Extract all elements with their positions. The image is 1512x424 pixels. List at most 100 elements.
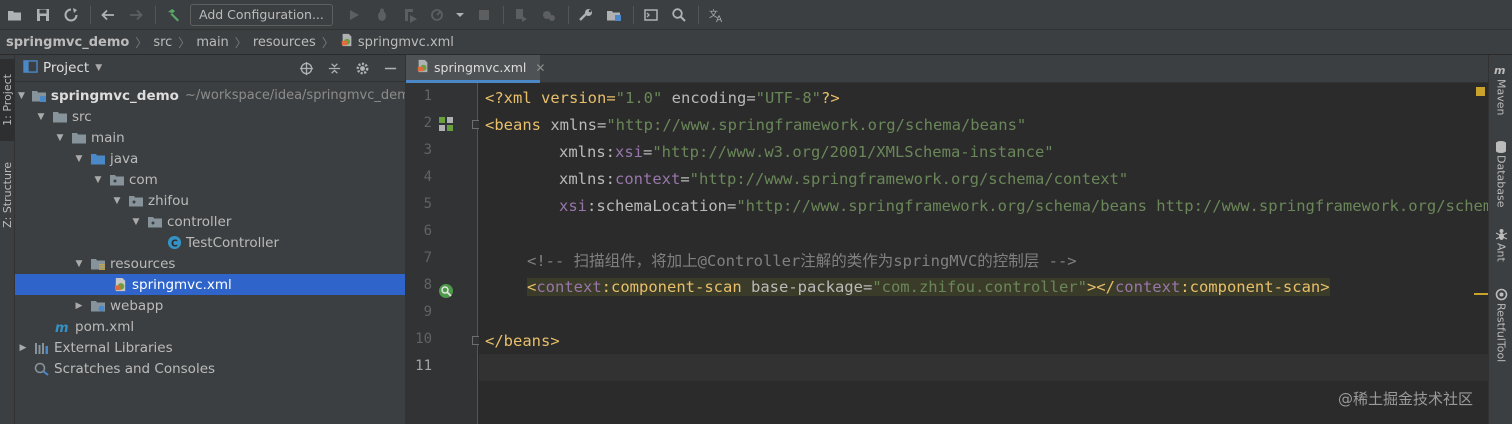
project-panel-tools	[287, 59, 399, 77]
line-number: 6	[423, 223, 432, 239]
tree-item-com[interactable]: ▼ com	[15, 169, 405, 190]
tree-item-zhifou[interactable]: ▼ zhifou	[15, 190, 405, 211]
minimize-icon[interactable]	[381, 59, 399, 77]
terminal-window-icon[interactable]	[640, 4, 662, 26]
translate-icon[interactable]: 文A	[705, 4, 727, 26]
warning-marker-icon[interactable]	[1476, 87, 1485, 96]
build-hammer-icon[interactable]	[162, 4, 184, 26]
database-icon	[1493, 139, 1509, 153]
profile-icon[interactable]	[427, 4, 449, 26]
xml-attr: base-package=	[741, 277, 873, 296]
breadcrumb-item-src[interactable]: src	[153, 35, 172, 50]
xml-attr: xmlns=	[541, 115, 607, 134]
line-number: 1	[423, 88, 432, 104]
tree-item-pom-xml[interactable]: m pom.xml	[15, 316, 405, 337]
run-dashboard-icon[interactable]	[538, 4, 560, 26]
chevron-down-icon[interactable]: ▼	[95, 63, 102, 73]
stop-icon[interactable]	[473, 4, 495, 26]
tab-ant[interactable]: Ant	[1489, 227, 1512, 262]
attach-debugger-icon[interactable]	[510, 4, 532, 26]
add-configuration-button[interactable]: Add Configuration...	[190, 3, 333, 26]
chevron-down-icon[interactable]	[455, 4, 465, 26]
gear-icon[interactable]	[353, 59, 371, 77]
project-structure-icon[interactable]	[603, 4, 625, 26]
breadcrumb-item-main[interactable]: main	[196, 35, 228, 50]
tab-maven[interactable]: m Maven	[1489, 63, 1512, 115]
project-view-icon	[23, 59, 38, 77]
chevron-down-icon[interactable]: ▼	[36, 112, 46, 122]
tree-item-java[interactable]: ▼ java	[15, 148, 405, 169]
tree-item-src[interactable]: ▼ src	[15, 106, 405, 127]
chevron-down-icon[interactable]: ▼	[74, 259, 84, 269]
close-icon[interactable]: ✕	[535, 61, 545, 75]
xml-comment: <!-- 扫描组件，将加上@Controller注解的类作为springMVC的…	[527, 251, 1077, 270]
breadcrumb-item-project[interactable]: springmvc_demo	[6, 35, 129, 50]
tab-springmvc-xml[interactable]: springmvc.xml ✕	[406, 55, 545, 83]
sync-icon[interactable]	[60, 4, 82, 26]
class-icon: C	[166, 235, 182, 251]
tab-structure[interactable]: Z: Structure	[0, 151, 15, 239]
tree-item-webapp[interactable]: ▶ webapp	[15, 295, 405, 316]
tree-item-main[interactable]: ▼ main	[15, 127, 405, 148]
breadcrumb-item-resources[interactable]: resources	[253, 35, 316, 50]
tree-item-external-libraries[interactable]: ▶ External Libraries	[15, 337, 405, 358]
chevron-down-icon[interactable]: ▼	[74, 154, 84, 164]
xml-tag: ></	[1086, 277, 1115, 296]
tab-restfultool[interactable]: RestfulTool	[1489, 287, 1512, 362]
tree-item-resources[interactable]: ▼ resources	[15, 253, 405, 274]
run-icon[interactable]	[343, 4, 365, 26]
maven-icon: m	[1493, 63, 1509, 77]
package-icon	[128, 193, 144, 209]
spring-xml-icon	[112, 277, 128, 293]
tab-database[interactable]: Database	[1489, 139, 1512, 208]
tree-item-springmvc-xml[interactable]: springmvc.xml	[15, 274, 405, 295]
xml-tag: <	[527, 277, 537, 296]
tree-item-label: java	[110, 150, 139, 167]
open-folder-icon[interactable]	[4, 4, 26, 26]
code-line-5: xsi:schemaLocation= "http://www.springfra…	[559, 192, 1488, 219]
tree-item-controller[interactable]: ▼ controller	[15, 211, 405, 232]
tree-item-path-hint: ~/workspace/idea/springmvc_dem	[184, 88, 406, 103]
xml-namespace: context	[1114, 277, 1181, 296]
xml-attr: xmlns:	[559, 142, 615, 161]
tree-item-label: pom.xml	[75, 318, 135, 335]
forward-arrow-icon[interactable]	[125, 4, 147, 26]
search-icon[interactable]	[668, 4, 690, 26]
libraries-icon	[34, 340, 50, 356]
spring-beans-gutter-icon[interactable]	[438, 116, 454, 132]
xml-tag: <beans	[485, 115, 541, 134]
chevron-right-icon[interactable]: ▶	[74, 301, 84, 311]
locate-target-icon[interactable]	[297, 59, 315, 77]
line-number: 8	[423, 277, 432, 293]
code-line-2: <beans xmlns= "http://www.springframework…	[485, 111, 1488, 138]
save-all-icon[interactable]	[32, 4, 54, 26]
chevron-down-icon[interactable]: ▼	[112, 196, 122, 206]
coverage-icon[interactable]	[399, 4, 421, 26]
chevron-down-icon[interactable]: ▼	[93, 175, 103, 185]
chevron-right-icon[interactable]: ▶	[18, 343, 28, 353]
xml-string: "1.0"	[615, 88, 663, 107]
main-toolbar: Add Configuration... 文A	[0, 0, 1512, 30]
toolbar-separator	[632, 5, 634, 24]
warning-line-marker[interactable]	[1474, 293, 1488, 295]
breadcrumb-item-file[interactable]: springmvc.xml	[340, 33, 454, 51]
tab-project[interactable]: 1: Project	[0, 59, 15, 141]
tree-item-scratches[interactable]: Scratches and Consoles	[15, 358, 405, 379]
component-scan-gutter-icon[interactable]	[438, 283, 454, 299]
collapse-all-icon[interactable]	[325, 59, 343, 77]
chevron-down-icon[interactable]: ▼	[131, 217, 141, 227]
chevron-down-icon[interactable]: ▼	[55, 133, 65, 143]
line-number: 11	[415, 358, 432, 374]
source-folder-icon	[90, 151, 106, 167]
chevron-down-icon[interactable]: ▼	[18, 91, 25, 101]
tree-item-testcontroller[interactable]: C TestController	[15, 232, 405, 253]
svg-text:A: A	[716, 15, 723, 23]
settings-wrench-icon[interactable]	[575, 4, 597, 26]
tab-restfultool-label: RestfulTool	[1494, 303, 1508, 363]
resources-folder-icon	[90, 256, 106, 272]
debug-icon[interactable]	[371, 4, 393, 26]
code-editor[interactable]: <?xml version= "1.0" encoding= "UTF-8" ?> <…	[479, 83, 1488, 424]
tree-item-project-root[interactable]: ▼ springmvc_demo ~/workspace/idea/spring…	[15, 85, 406, 106]
back-arrow-icon[interactable]	[97, 4, 119, 26]
project-panel-title[interactable]: Project	[43, 60, 89, 76]
